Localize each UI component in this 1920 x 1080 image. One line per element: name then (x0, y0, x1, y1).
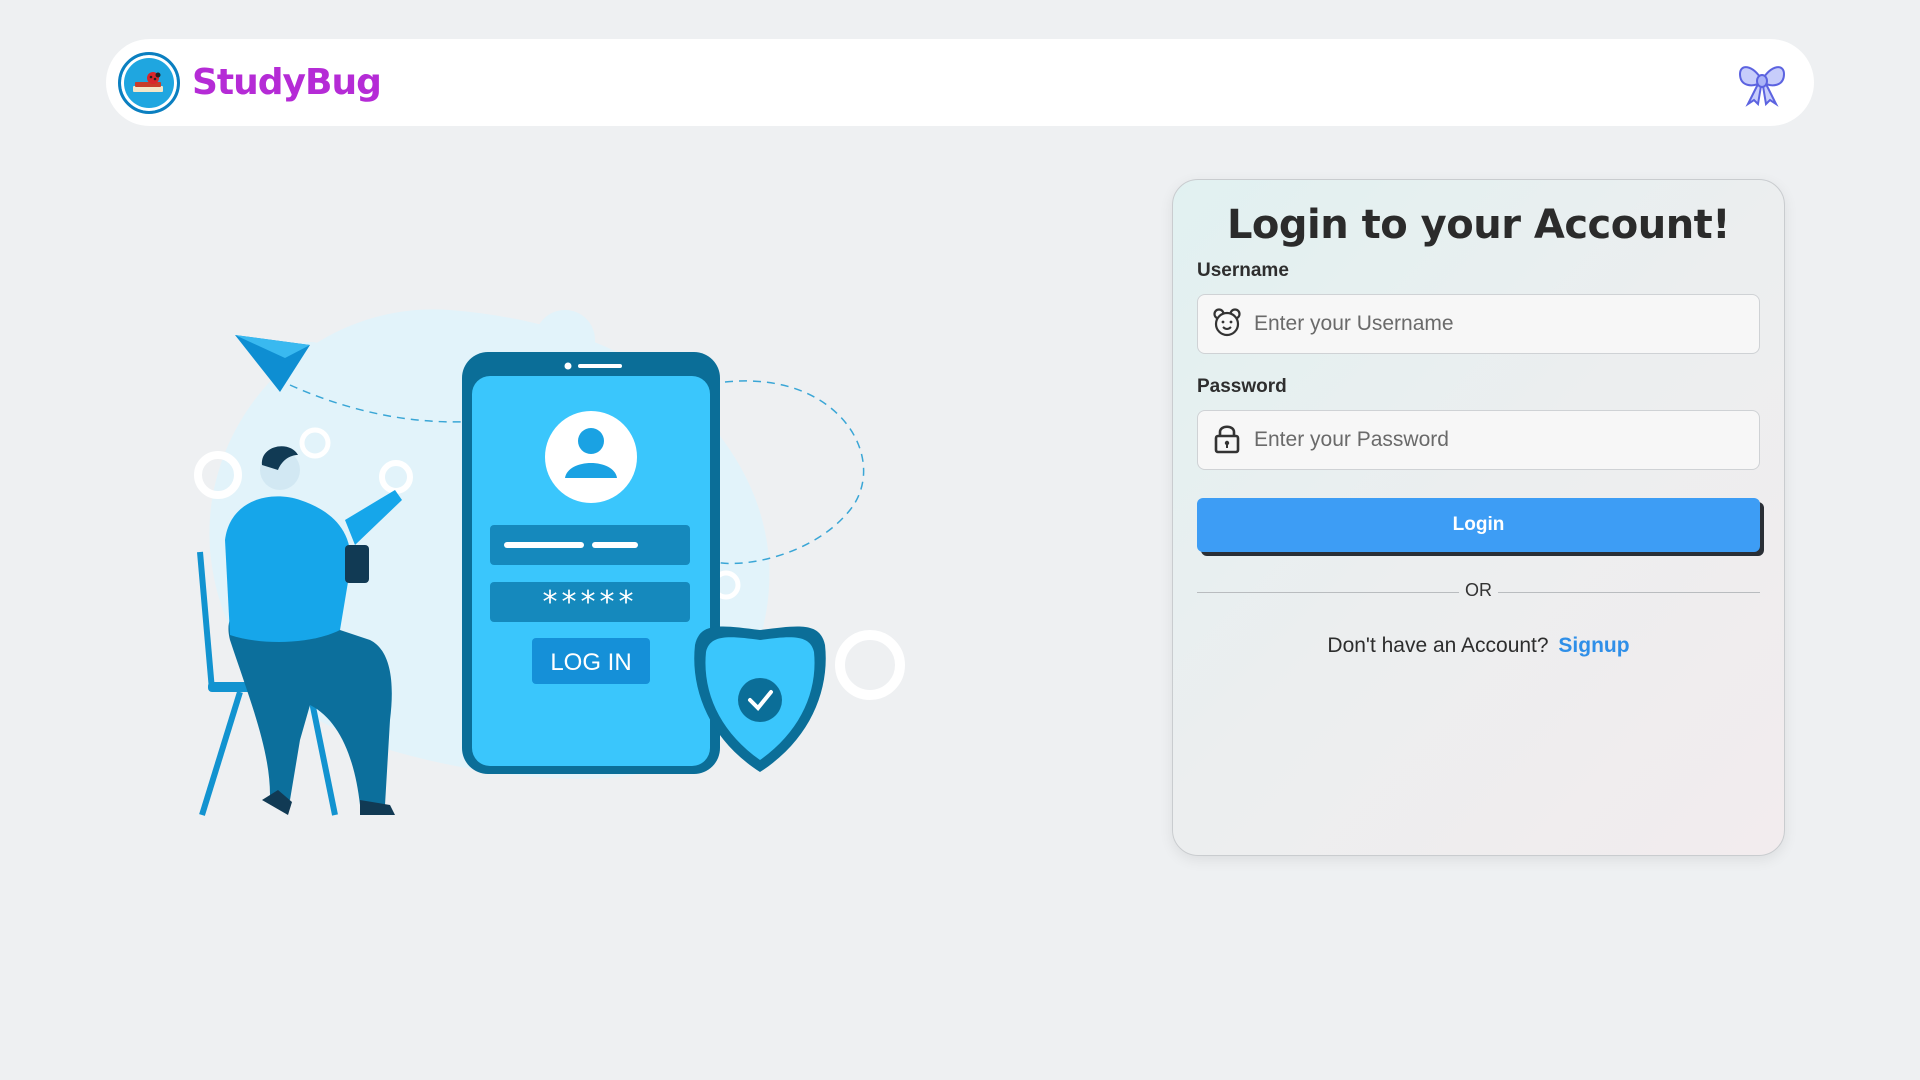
password-label: Password (1197, 376, 1287, 397)
brand-home-link[interactable]: StudyBug (118, 51, 382, 114)
ladybug-logo-icon (118, 51, 180, 114)
login-title: Login to your Account! (1226, 202, 1731, 248)
top-navbar: StudyBug (106, 39, 1814, 126)
signup-link[interactable]: Signup (1558, 634, 1629, 657)
login-illustration: ***** LOG IN (190, 300, 910, 820)
signup-row: Don't have an Account? Signup (1197, 634, 1760, 658)
username-field[interactable] (1197, 294, 1760, 354)
phone-login-label: LOG IN (550, 649, 631, 676)
divider-line-right (1498, 592, 1760, 593)
phone-graphic: ***** LOG IN (462, 352, 720, 774)
password-input[interactable] (1254, 428, 1759, 452)
or-divider: OR (1197, 580, 1760, 604)
password-mask: ***** (543, 585, 638, 620)
brand-name: StudyBug (192, 62, 382, 103)
or-text: OR (1465, 580, 1492, 600)
signup-prompt: Don't have an Account? (1327, 634, 1549, 657)
username-input[interactable] (1254, 312, 1759, 336)
login-card: Login to your Account! Username Password (1172, 179, 1785, 856)
bow-ribbon-icon[interactable] (1734, 55, 1790, 111)
password-field[interactable] (1197, 410, 1760, 470)
login-button[interactable]: Login (1197, 498, 1760, 552)
lock-icon (1212, 422, 1242, 459)
username-label: Username (1197, 260, 1289, 281)
bear-face-icon (1212, 307, 1242, 342)
